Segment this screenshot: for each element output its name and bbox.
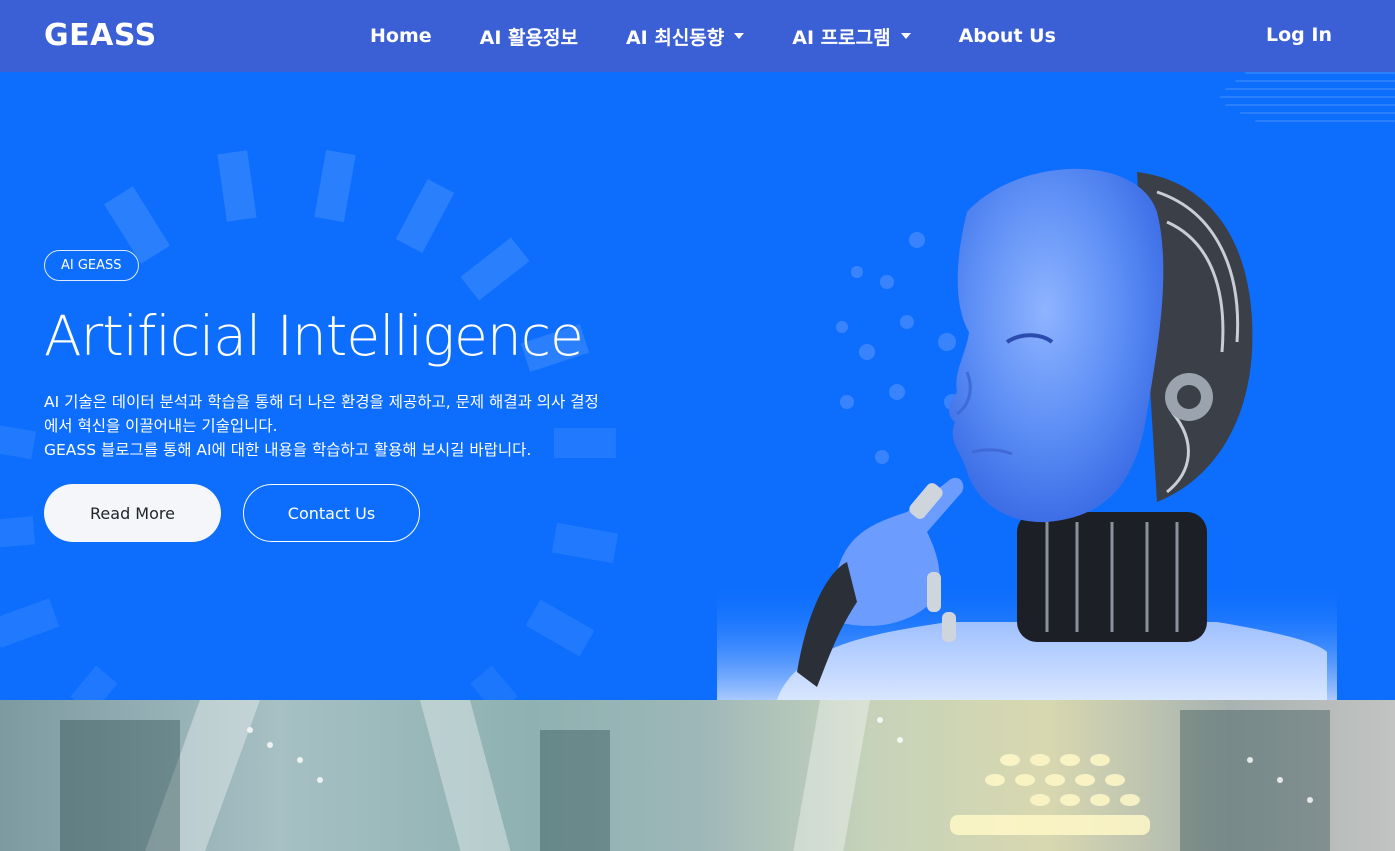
contact-us-button[interactable]: Contact Us	[243, 484, 420, 542]
hero-description-line: 에서 혁신을 이끌어내는 기술입니다.	[44, 417, 278, 435]
hero-description: AI 기술은 데이터 분석과 학습을 통해 더 나은 환경을 제공하고, 문제 …	[44, 390, 674, 462]
decorative-ray	[395, 178, 455, 254]
caret-down-icon	[734, 33, 745, 39]
login-link[interactable]: Log In	[1266, 24, 1332, 46]
hero-section: AI GEASS Artificial Intelligence AI 기술은 …	[0, 72, 1395, 700]
nav-item-about[interactable]: About Us	[959, 25, 1056, 47]
decorative-lines	[1215, 72, 1395, 142]
decorative-ray	[0, 424, 37, 460]
nav-item-home[interactable]: Home	[370, 25, 432, 47]
nav-item-label: AI 활용정보	[479, 26, 578, 49]
caret-down-icon	[900, 33, 911, 39]
nav-item-ai-programs[interactable]: AI 프로그램	[792, 23, 911, 50]
decorative-ray	[314, 149, 356, 223]
top-navbar: GEASS Home AI 활용정보 AI 최신동향 AI 프로그램 About…	[0, 0, 1395, 72]
hero-title: Artificial Intelligence	[44, 304, 584, 368]
decorative-ray	[70, 665, 118, 700]
hero-description-line: GEASS 블로그를 통해 AI에 대한 내용을 학습하고 활용해 보시길 바랍…	[44, 441, 532, 459]
decorative-ray	[217, 150, 257, 222]
decorative-ray	[460, 237, 530, 301]
hero-badge: AI GEASS	[44, 250, 139, 281]
nav-item-label: AI 최신동향	[625, 26, 725, 49]
nav-item-label: About Us	[958, 25, 1056, 47]
decorative-ray	[470, 665, 518, 700]
decorative-ray	[525, 599, 595, 657]
read-more-button[interactable]: Read More	[44, 484, 221, 542]
decorative-ray	[0, 598, 60, 648]
nav-menu: Home AI 활용정보 AI 최신동향 AI 프로그램 About Us	[370, 0, 1104, 72]
brand-logo[interactable]: GEASS	[44, 18, 157, 53]
robot-illustration	[717, 152, 1337, 700]
nav-item-ai-trends[interactable]: AI 최신동향	[625, 23, 745, 50]
hero-description-line: AI 기술은 데이터 분석과 학습을 통해 더 나은 환경을 제공하고, 문제 …	[44, 393, 599, 411]
nav-item-ai-info[interactable]: AI 활용정보	[480, 23, 578, 50]
decorative-ray	[551, 522, 619, 564]
nav-item-label: Home	[370, 25, 432, 47]
nav-item-label: AI 프로그램	[792, 26, 891, 49]
city-photo	[0, 700, 1395, 851]
decorative-ray	[0, 516, 36, 548]
